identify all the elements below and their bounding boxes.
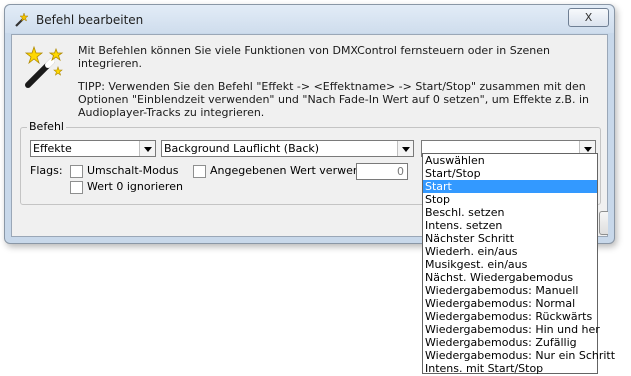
effect-combo[interactable]: Background Lauflicht (Back) [161,140,414,157]
info-text: Mit Befehlen können Sie viele Funktionen… [78,44,598,129]
value-field[interactable]: 0 [356,163,408,180]
dropdown-option[interactable]: Start [423,180,597,193]
effect-value: Background Lauflicht (Back) [164,142,320,155]
magic-wand-icon [24,45,64,88]
tip-text: TIPP: Verwenden Sie den Befehl "Effekt -… [78,80,589,119]
close-button[interactable]: X [568,8,609,27]
info-line: Mit Befehlen können Sie viele Funktionen… [78,44,550,70]
ignore-zero-checkbox[interactable] [70,181,83,194]
toggle-mode-checkbox[interactable] [70,165,83,178]
dropdown-option[interactable]: Auswählen [423,154,597,167]
dropdown-option[interactable]: Wiedergabemodus: Hin und her [423,323,600,336]
dropdown-option[interactable]: Wiedergabemodus: Normal [423,297,597,310]
group-label: Befehl [27,120,66,133]
use-value-checkbox[interactable] [193,165,206,178]
dropdown-option[interactable]: Stop [423,193,597,206]
dropdown-option[interactable]: Wiederh. ein/aus [423,245,597,258]
category-combo[interactable]: Effekte [30,140,156,157]
ok-button[interactable] [599,211,608,235]
dropdown-option[interactable]: Nächst. Wiedergabemodus [423,271,597,284]
dropdown-option[interactable]: Wiedergabemodus: Rückwärts [423,310,597,323]
chevron-down-icon[interactable] [139,141,155,156]
dropdown-option[interactable]: Wiedergabemodus: Manuell [423,284,597,297]
dropdown-option[interactable]: Nächster Schritt [423,232,597,245]
title-bar[interactable]: Befehl bearbeiten X [5,5,614,33]
dropdown-option[interactable]: Start/Stop [423,167,597,180]
window-title: Befehl bearbeiten [36,13,144,27]
flags-label: Flags: [30,164,63,177]
dropdown-option[interactable]: Intens. mit Start/Stop [423,362,597,375]
dropdown-option[interactable]: Beschl. setzen [423,206,597,219]
action-dropdown-list[interactable]: Auswählen Start/Stop Start Stop Beschl. setz… [422,153,615,375]
dropdown-option[interactable]: Wiedergabemodus: Zufällig [423,336,597,349]
chevron-down-icon[interactable] [397,141,413,156]
close-icon: X [584,11,593,24]
dropdown-option[interactable]: Wiedergabemodus: Nur ein Schritt [423,349,615,362]
ignore-zero-label: Wert 0 ignorieren [87,180,183,193]
toggle-mode-label: Umschalt-Modus [87,164,179,177]
dropdown-option[interactable]: Intens. setzen [423,219,597,232]
magic-wand-icon [15,12,29,27]
category-value: Effekte [33,142,72,155]
dropdown-option[interactable]: Musikgest. ein/aus [423,258,597,271]
